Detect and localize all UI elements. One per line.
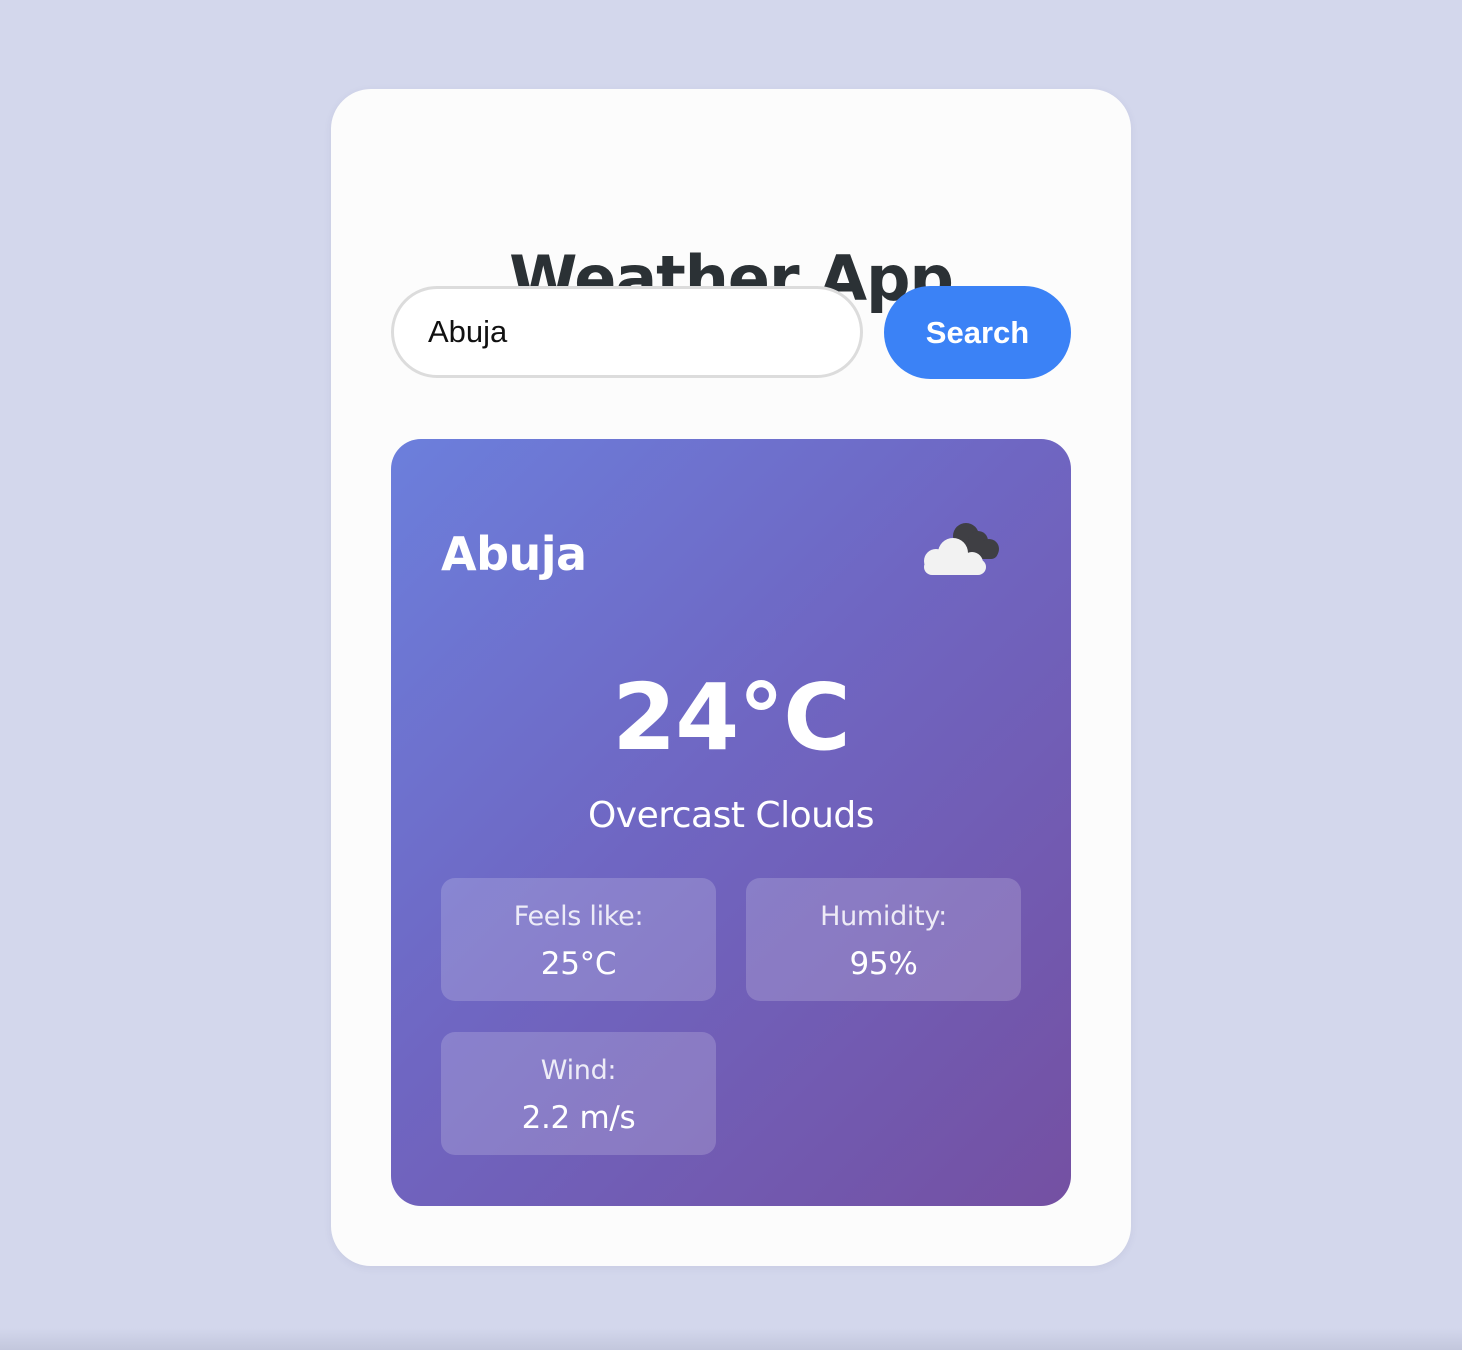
humidity-label: Humidity: <box>820 901 947 932</box>
wind-box: Wind: 2.2 m/s <box>441 1032 716 1155</box>
weather-card: Abuja 24°C Overcast Clouds Feels like: 2… <box>391 439 1071 1206</box>
feels-like-box: Feels like: 25°C <box>441 878 716 1001</box>
city-search-input[interactable] <box>391 286 863 378</box>
weather-description: Overcast Clouds <box>587 795 875 836</box>
humidity-value: 95% <box>849 946 918 982</box>
bottom-shade <box>0 1328 1462 1350</box>
wind-value: 2.2 m/s <box>521 1100 636 1136</box>
temperature: 24°C <box>612 664 851 771</box>
city-name: Abuja <box>441 527 587 581</box>
feels-like-value: 25°C <box>540 946 617 982</box>
overcast-clouds-icon <box>916 519 1008 581</box>
feels-like-label: Feels like: <box>513 901 644 932</box>
wind-label: Wind: <box>540 1055 617 1086</box>
humidity-box: Humidity: 95% <box>746 878 1021 1001</box>
search-button[interactable]: Search <box>884 286 1071 379</box>
app-card: Weather App Search Abuja <box>331 89 1131 1266</box>
